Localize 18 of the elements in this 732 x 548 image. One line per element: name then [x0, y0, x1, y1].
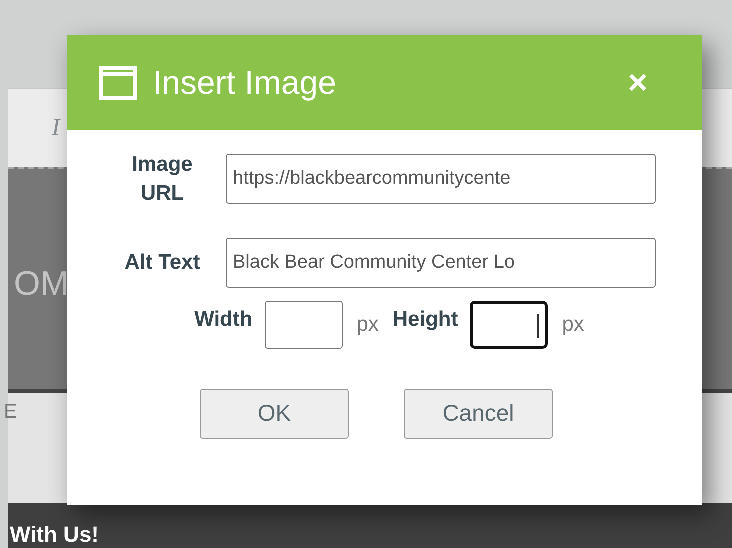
field-label: Image URL [131, 152, 194, 208]
text-input-field[interactable]: Black Bear Community Center Lo [226, 238, 656, 288]
dialog-button[interactable]: Cancel [404, 388, 553, 439]
size-label: Height [392, 308, 458, 332]
italic-glyph: I [52, 114, 60, 142]
size-input-field[interactable] [470, 300, 548, 349]
size-input-field[interactable] [264, 300, 343, 349]
dialog-title: Insert Image [153, 64, 338, 102]
field-label: Alt Text [124, 250, 202, 276]
window-icon [99, 66, 137, 100]
size-label: Width [194, 308, 253, 332]
text-input-field[interactable]: https://blackbearcommunitycente [226, 154, 656, 204]
strip-text: E [4, 401, 18, 423]
dialog-button[interactable]: OK [200, 388, 349, 439]
unit-label: px [562, 312, 584, 337]
banner-text: OM [14, 264, 69, 304]
unit-label: px [356, 312, 379, 337]
footer-heading: With Us! [10, 522, 100, 547]
